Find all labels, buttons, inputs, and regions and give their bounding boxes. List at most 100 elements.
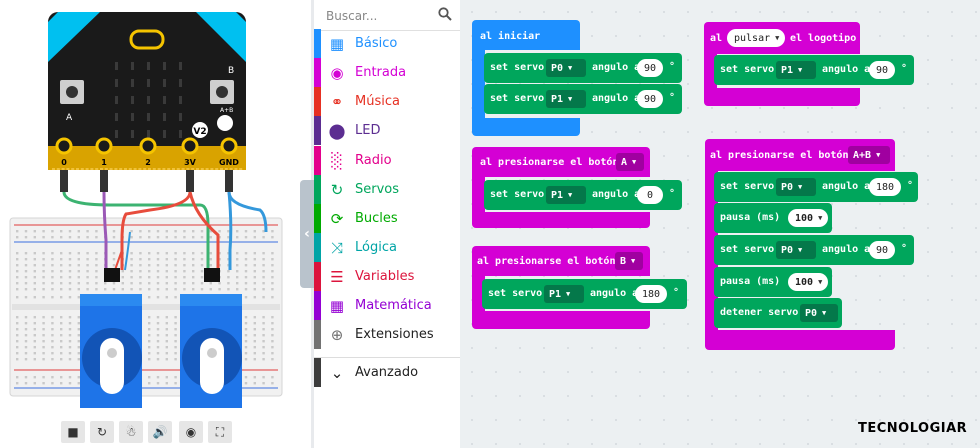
category-label: Avanzado: [355, 365, 419, 380]
search-input[interactable]: [324, 6, 438, 26]
set-servo-block[interactable]: set servo P1 ▼ angulo a 180 °: [482, 279, 687, 309]
angle-input[interactable]: 180: [635, 285, 667, 303]
stop-icon[interactable]: ■: [61, 421, 85, 443]
toolbox: ▦ Básico ◉ Entrada ⚭ Música ⬤ LED ░ Radio ↻ Servos ⟳…: [314, 0, 460, 448]
servo-p1: [80, 294, 142, 408]
category-label: Extensiones: [355, 327, 434, 342]
svg-text:3V: 3V: [184, 158, 197, 167]
sound-icon[interactable]: 🔊: [148, 421, 172, 443]
set-servo-block[interactable]: set servo P0 ▼ angulo a 180 °: [714, 172, 918, 202]
sync-icon: ↻: [330, 180, 344, 199]
calculator-icon: ▦: [329, 296, 345, 315]
watermark-brand: TECNOLOGIAR: [858, 421, 968, 436]
button-a[interactable]: [66, 86, 78, 98]
category-color-bar: [314, 358, 321, 387]
angle-input[interactable]: 90: [637, 59, 663, 77]
set-servo-block[interactable]: set servo P1 ▼ angulo a 90 °: [714, 55, 914, 85]
button-b[interactable]: [216, 86, 228, 98]
shuffle-icon: ⤨: [330, 238, 343, 257]
toolbox-category-led[interactable]: ⬤ LED: [314, 116, 460, 145]
list-icon: ☰: [330, 267, 344, 286]
category-color-bar: [314, 87, 321, 116]
pin-dropdown[interactable]: P1 ▼: [776, 61, 816, 79]
stop-servo-block[interactable]: detener servo P0 ▼: [714, 298, 842, 328]
category-label: Matemática: [355, 298, 432, 313]
button-dropdown[interactable]: A+B ▼: [848, 146, 890, 164]
pin-dropdown[interactable]: P0 ▼: [800, 304, 838, 322]
toolbox-category-bucles[interactable]: ⟳ Bucles: [314, 204, 460, 233]
pin-dropdown[interactable]: P1 ▼: [546, 186, 586, 204]
pin-dropdown[interactable]: P0 ▼: [776, 178, 816, 196]
pin-dropdown[interactable]: P0 ▼: [546, 59, 586, 77]
category-label: Música: [355, 94, 400, 109]
btn-a-label: A: [66, 113, 73, 123]
pin-dropdown[interactable]: P1 ▼: [544, 285, 584, 303]
debug-icon[interactable]: ☃: [119, 421, 143, 443]
blocks-workspace[interactable]: al iniciar set servo P0 ▼ angulo a 90 ° s…: [460, 0, 980, 448]
btn-b-label: B: [228, 66, 234, 76]
collapse-simulator-button[interactable]: ‹: [300, 180, 314, 288]
toolbox-category-avanzado[interactable]: ⌄ Avanzado: [314, 357, 460, 387]
microbit-board: V2 A B A+B 0 1 2 3V GND: [48, 12, 246, 170]
simulator-panel: V2 A B A+B 0 1 2 3V GND ■ ↻ ☃ 🔊 ◉ ⛶: [0, 0, 300, 448]
toolbox-category-entrada[interactable]: ◉ Entrada: [314, 58, 460, 87]
category-color-bar: [314, 233, 321, 262]
angle-input[interactable]: 0: [637, 186, 663, 204]
search-icon[interactable]: [438, 7, 452, 21]
fullscreen-icon[interactable]: ⛶: [208, 421, 232, 443]
servo-p0: [180, 294, 242, 408]
angle-input[interactable]: 90: [869, 61, 895, 79]
svg-text:GND: GND: [219, 158, 239, 167]
pause-dropdown[interactable]: 100 ▼: [788, 209, 828, 227]
v2-label: V2: [193, 127, 206, 137]
pin-dropdown[interactable]: P1 ▼: [546, 90, 586, 108]
button-dropdown[interactable]: A ▼: [616, 153, 644, 171]
set-servo-block[interactable]: set servo P1 ▼ angulo a 90 °: [484, 84, 682, 114]
grid-icon: ▦: [329, 34, 345, 53]
angle-input[interactable]: 90: [637, 90, 663, 108]
set-servo-block[interactable]: set servo P0 ▼ angulo a 90 °: [484, 53, 682, 83]
toggle-icon: ⬤: [328, 121, 346, 140]
set-servo-block[interactable]: set servo P1 ▼ angulo a 0 °: [484, 180, 682, 210]
category-label: Servos: [355, 182, 400, 197]
toolbox-category-lógica[interactable]: ⤨ Lógica: [314, 233, 460, 262]
category-color-bar: [314, 29, 321, 58]
toolbox-category-variables[interactable]: ☰ Variables: [314, 262, 460, 291]
category-label: Básico: [355, 36, 398, 51]
toolbox-category-radio[interactable]: ░ Radio: [314, 146, 460, 175]
screenshot-icon[interactable]: ◉: [179, 421, 203, 443]
category-color-bar: [314, 116, 321, 145]
category-label: Entrada: [355, 65, 407, 80]
toolbox-category-básico[interactable]: ▦ Básico: [314, 29, 460, 58]
angle-input[interactable]: 90: [869, 241, 895, 259]
pin-dropdown[interactable]: P0 ▼: [776, 241, 816, 259]
search-box: [314, 0, 460, 31]
restart-icon[interactable]: ↻: [90, 421, 114, 443]
toolbox-category-matemática[interactable]: ▦ Matemática: [314, 291, 460, 320]
category-label: Radio: [355, 153, 392, 168]
set-servo-block[interactable]: set servo P0 ▼ angulo a 90 °: [714, 235, 914, 265]
category-color-bar: [314, 204, 321, 233]
button-dropdown[interactable]: B ▼: [615, 252, 643, 270]
circle-dot-icon: ◉: [330, 63, 344, 82]
plus-circle-icon: ⊕: [330, 325, 344, 344]
toolbox-category-música[interactable]: ⚭ Música: [314, 87, 460, 116]
category-color-bar: [314, 146, 321, 175]
category-color-bar: [314, 291, 321, 320]
category-color-bar: [314, 262, 321, 291]
action-dropdown[interactable]: pulsar ▼: [727, 29, 785, 47]
signal-bars-icon: ░: [331, 151, 343, 170]
category-label: LED: [355, 123, 381, 138]
svg-text:0: 0: [61, 158, 67, 167]
pause-block[interactable]: pausa (ms) 100 ▼: [714, 267, 832, 297]
pause-dropdown[interactable]: 100 ▼: [788, 273, 828, 291]
chevron-down-icon: ⌄: [330, 363, 344, 382]
refresh-icon: ⟳: [330, 209, 344, 228]
svg-text:2: 2: [145, 158, 151, 167]
pause-block[interactable]: pausa (ms) 100 ▼: [714, 203, 832, 233]
angle-input[interactable]: 180: [869, 178, 901, 196]
toolbox-category-servos[interactable]: ↻ Servos: [314, 175, 460, 204]
toolbox-category-extensiones[interactable]: ⊕ Extensiones: [314, 320, 460, 349]
category-color-bar: [314, 320, 321, 349]
button-ab[interactable]: [217, 115, 233, 131]
